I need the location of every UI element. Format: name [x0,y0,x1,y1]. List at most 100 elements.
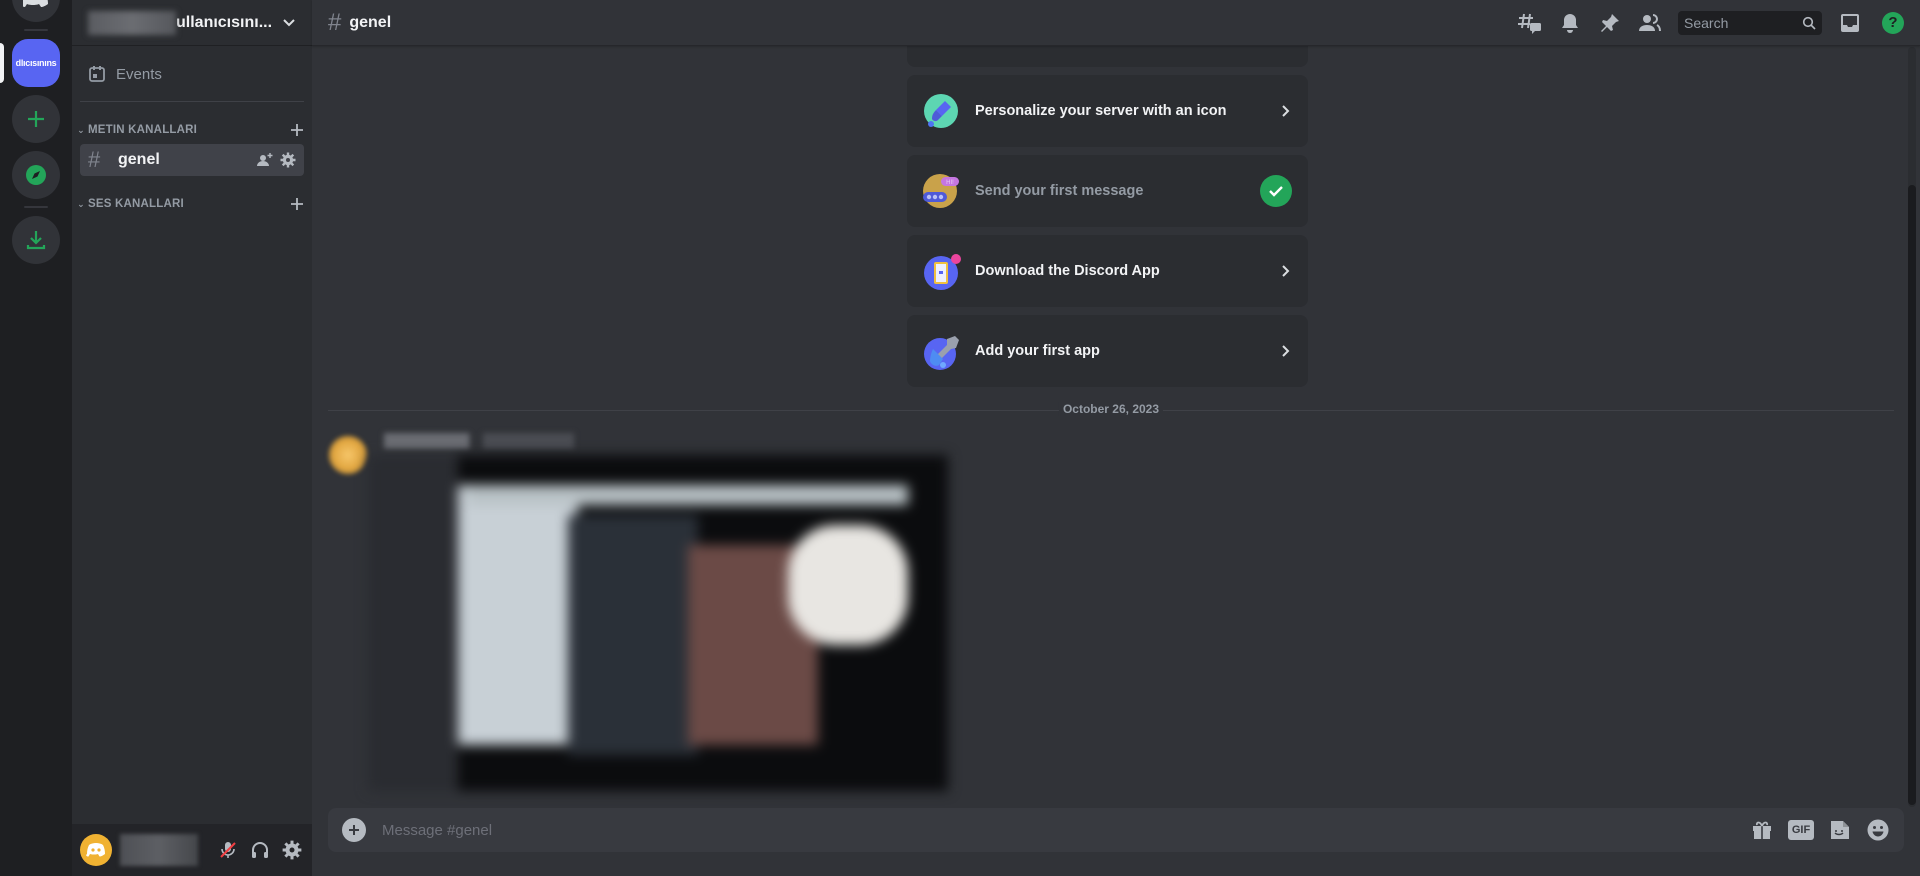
image-attachment-redacted[interactable] [368,455,948,791]
search-icon [1802,16,1816,30]
channel-sidebar: ullanıcısını... Events ⌄ METIN KANALLARI… [72,0,312,876]
search-placeholder: Search [1684,14,1729,31]
chevron-right-icon [1282,265,1290,277]
threads-button[interactable] [1518,11,1542,35]
pin-icon [1601,13,1619,32]
gif-button[interactable]: GIF [1788,820,1814,840]
channel-name: genel [118,151,160,168]
chat-bubble-icon: HI! [923,173,959,209]
search-input[interactable]: Search [1678,10,1822,35]
sticker-button[interactable] [1828,818,1852,842]
rail-separator [24,29,48,31]
discover-button[interactable] [12,151,60,199]
active-server-indicator [0,43,4,83]
members-icon [1639,13,1661,31]
chevron-down-icon: ⌄ [77,198,85,209]
category-label: METIN KANALLARI [88,124,198,136]
user-avatar[interactable] [80,834,112,866]
home-button[interactable] [12,0,60,22]
chevron-right-icon [1282,105,1290,117]
sticker-icon [1831,821,1849,839]
download-apps-button[interactable] [12,216,60,264]
plus-icon [349,825,359,835]
chevron-down-icon: ⌄ [77,124,85,135]
threads-icon [1518,13,1541,34]
wrench-icon [923,333,959,370]
compass-icon [26,165,46,185]
rail-separator [24,206,48,208]
server-rail: dlıcısınıns [0,0,72,876]
checklist-item[interactable]: Personalize your server with an icon [907,75,1308,147]
gift-icon [1753,821,1771,839]
checklist-item[interactable]: Add your first app [907,315,1308,387]
message-composer: GIF [328,808,1904,852]
hash-icon: # [328,8,342,36]
discord-logo-icon [23,0,48,7]
discord-logo-icon [86,843,105,857]
checklist-label: Add your first app [975,343,1100,359]
phone-icon [923,253,961,290]
plus-icon [28,111,44,127]
server-icon[interactable]: dlıcısınıns [12,39,60,87]
checklist-label: Download the Discord App [975,263,1160,279]
checklist-label: Personalize your server with an icon [975,103,1227,119]
gear-icon [282,840,302,860]
attach-plus-button[interactable] [342,818,366,842]
checklist-item[interactable]: Download the Discord App [907,235,1308,307]
calendar-icon [89,66,105,82]
member-list-button[interactable] [1638,11,1662,35]
category-voice-channels[interactable]: ⌄ SES KANALLARI [74,193,304,215]
completed-check-icon [1260,175,1292,207]
user-panel [72,824,312,876]
create-channel-icon[interactable] [290,197,304,211]
message-input[interactable] [382,821,1750,839]
channel-header: # genel Search ? [312,0,1920,46]
chevron-right-icon [1282,345,1290,357]
chat-area: # genel Search ? Personalize your server… [312,0,1920,876]
username-redacted [120,834,198,866]
invite-member-icon[interactable] [256,152,274,168]
svg-text:HI!: HI! [946,180,954,186]
date-divider-label: October 26, 2023 [1058,402,1164,416]
paintbrush-icon [923,93,959,129]
server-icon-label: dlıcısınıns [15,58,57,68]
checklist-label: Send your first message [975,183,1144,199]
events-link[interactable]: Events [80,58,304,90]
gift-button[interactable] [1750,818,1774,842]
emoji-button[interactable] [1866,818,1890,842]
scrollbar-thumb[interactable] [1908,185,1916,805]
emoji-icon [1867,819,1889,841]
hash-icon: # [88,147,101,172]
category-label: SES KANALLARI [88,198,184,210]
headphones-icon [252,842,268,858]
help-button[interactable]: ? [1882,11,1904,34]
message-author-redacted [384,433,574,449]
mute-button[interactable] [216,838,240,862]
discord-app: dlıcısınıns ullanıcısını... Events ⌄ MET… [0,0,1920,876]
guild-header[interactable]: ullanıcısını... [72,0,312,46]
chevron-down-icon [283,18,295,26]
inbox-icon [1841,13,1859,32]
checklist-item[interactable]: HI! Send your first message [907,155,1308,227]
category-text-channels[interactable]: ⌄ METIN KANALLARI [74,119,304,141]
deafen-button[interactable] [248,838,272,862]
pinned-messages-button[interactable] [1598,11,1622,35]
add-server-button[interactable] [12,95,60,143]
create-channel-icon[interactable] [290,123,304,137]
message-author-avatar[interactable] [328,435,368,475]
bell-icon [1562,13,1578,33]
date-divider: October 26, 2023 [328,402,1894,416]
guild-name-redacted [88,10,176,35]
channel-item-genel[interactable]: # genel [80,144,304,176]
microphone-muted-icon [220,842,236,858]
chat-scrollbar[interactable] [1908,47,1916,807]
inbox-button[interactable] [1838,11,1862,35]
events-label: Events [116,65,162,83]
channel-title: genel [349,13,392,31]
guild-name: ullanıcısını... [176,13,273,31]
download-icon [26,231,46,250]
user-settings-button[interactable] [280,838,304,862]
notification-settings-button[interactable] [1558,11,1582,35]
gear-icon[interactable] [280,152,296,168]
sidebar-divider [80,101,304,102]
